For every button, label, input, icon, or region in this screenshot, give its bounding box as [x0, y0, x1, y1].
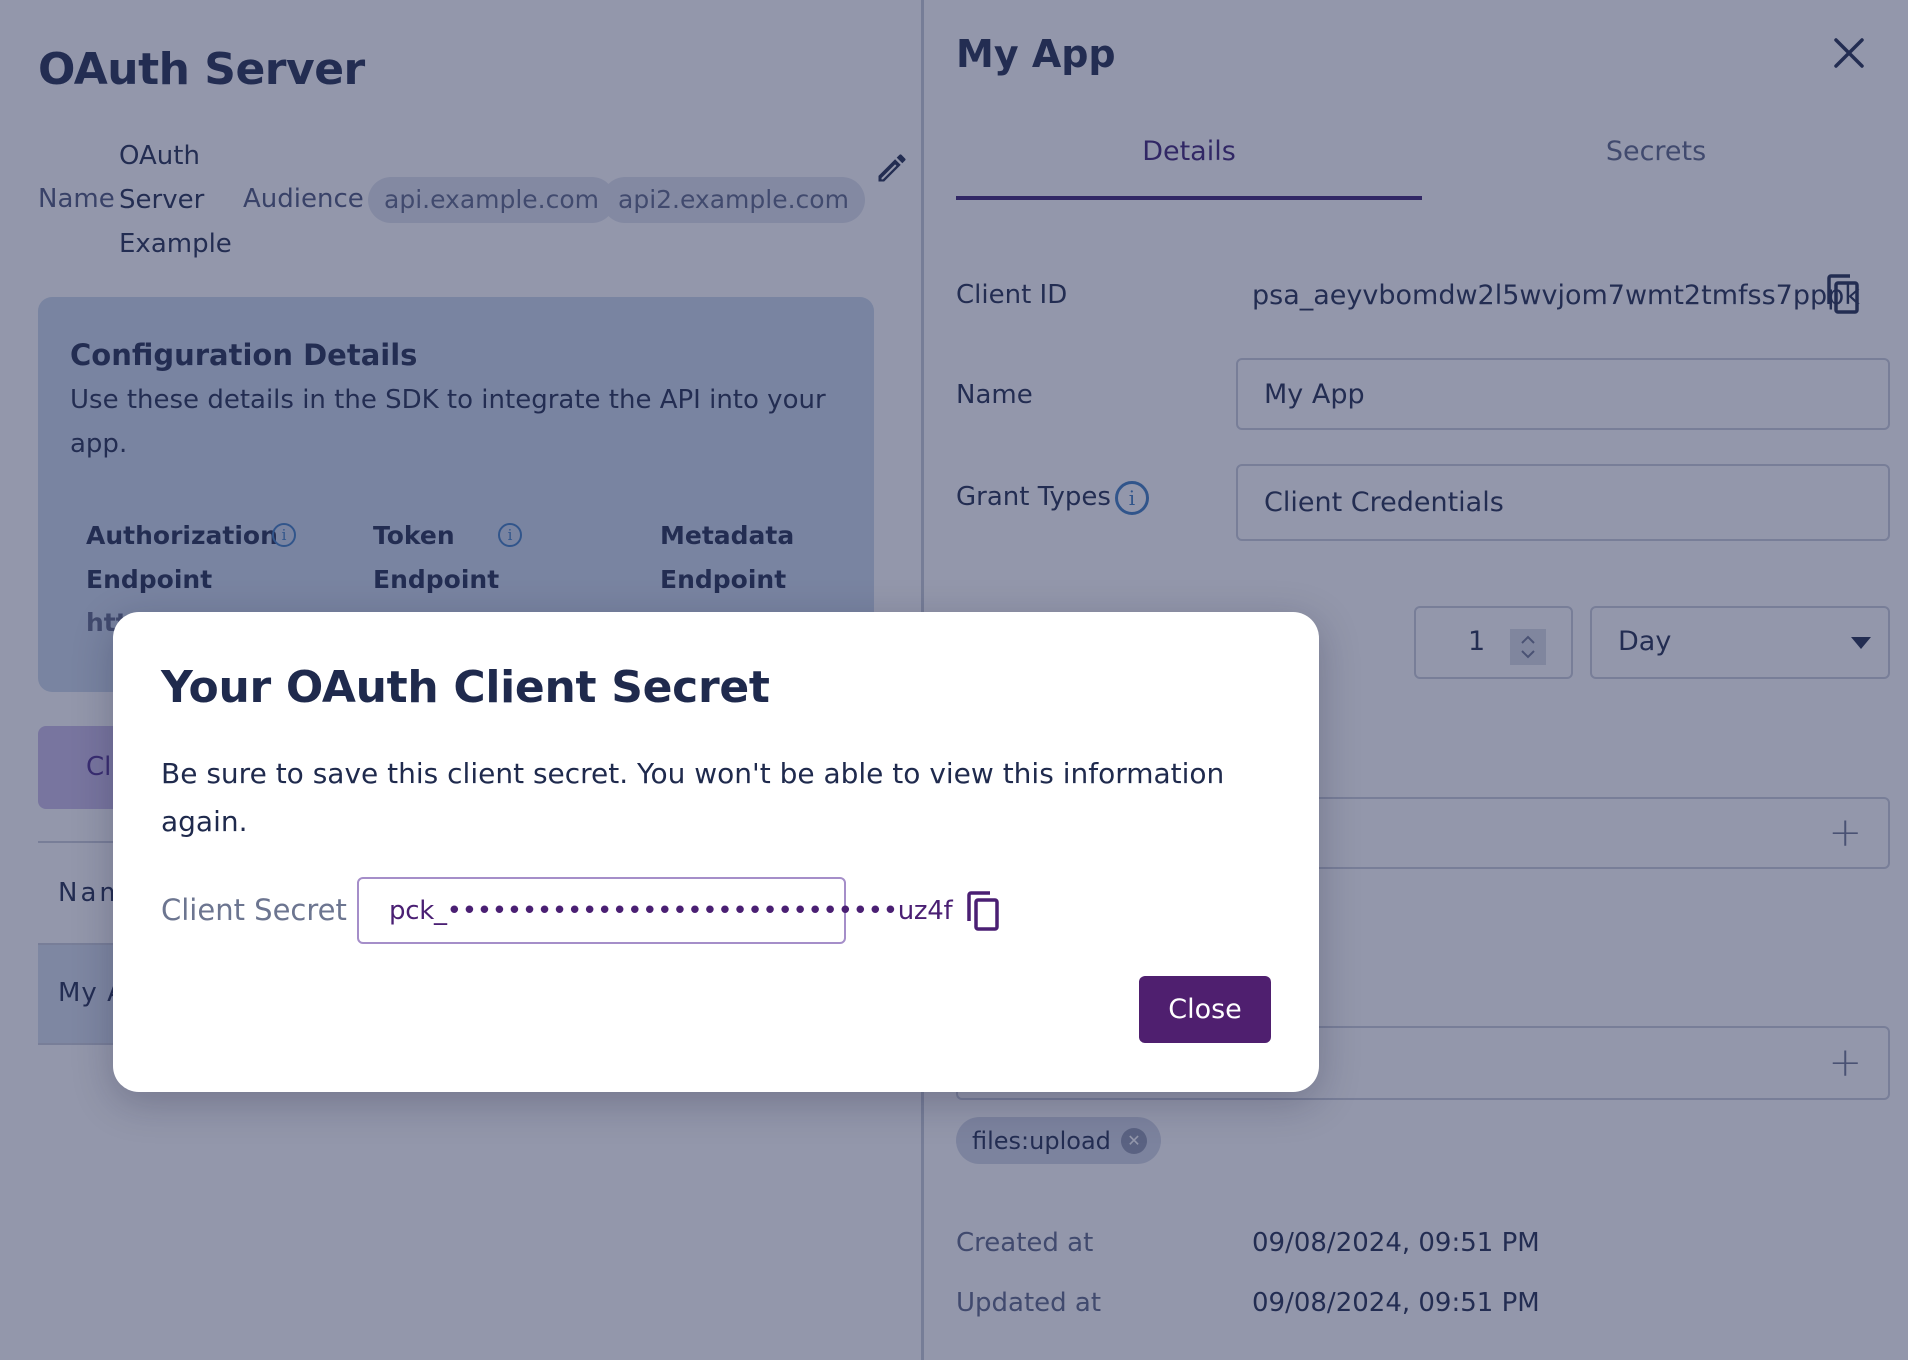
client-secret-field[interactable]: pck_••••••••••••••••••••••••••••••uz4f — [357, 877, 1000, 944]
close-button[interactable]: Close — [1139, 976, 1271, 1043]
modal-title: Your OAuth Client Secret — [161, 662, 770, 713]
client-secret-label: Client Secret — [161, 893, 347, 927]
copy-icon — [967, 890, 1000, 931]
client-secret-value: pck_••••••••••••••••••••••••••••••uz4f — [389, 895, 953, 926]
page: OAuth Server Name OAuth Server Example A… — [0, 0, 1908, 1360]
client-secret-modal: Your OAuth Client Secret Be sure to save… — [113, 612, 1319, 1092]
copy-secret-button[interactable] — [966, 890, 1000, 931]
modal-message: Be sure to save this client secret. You … — [161, 757, 1225, 838]
